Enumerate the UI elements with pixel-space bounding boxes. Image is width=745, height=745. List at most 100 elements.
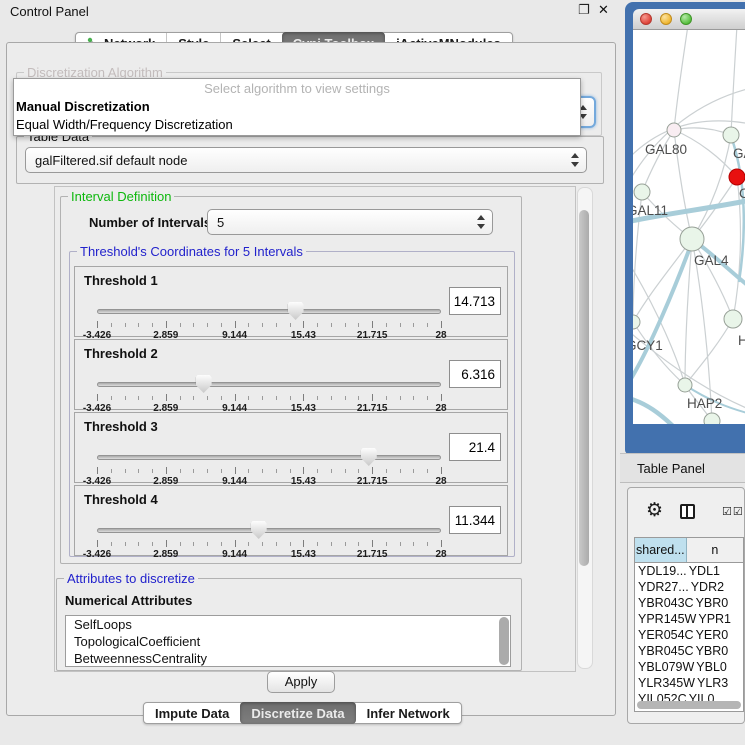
table-row[interactable]: YLR345WYLR3: [635, 675, 743, 691]
settings-vertical-scrollbar[interactable]: [577, 187, 593, 669]
table-row[interactable]: YBL079WYBL0: [635, 659, 743, 675]
network-node-red[interactable]: [729, 169, 745, 185]
threshold-slider[interactable]: -3.4262.8599.14415.4321.71528: [97, 524, 441, 554]
table-row[interactable]: YDR27...YDR2: [635, 579, 743, 595]
zoom-traffic-light[interactable]: [680, 13, 692, 25]
tab-infer-network[interactable]: Infer Network: [356, 703, 461, 723]
network-node-green[interactable]: [704, 413, 720, 424]
number-of-intervals-combobox[interactable]: 5: [207, 209, 493, 235]
attributes-scrollbar-thumb[interactable]: [499, 617, 509, 665]
slider-track[interactable]: [97, 382, 441, 387]
tick-mark: [372, 467, 373, 474]
column-header-name[interactable]: n: [687, 538, 743, 562]
tab-discretize-data[interactable]: Discretize Data: [240, 702, 355, 724]
tick-mark: [221, 542, 222, 546]
threshold-panel: Threshold 4-3.4262.8599.14415.4321.71528…: [74, 485, 508, 556]
attribute-list-item[interactable]: BetweennessCentrality: [66, 650, 510, 667]
slider-thumb[interactable]: [361, 448, 377, 466]
slider-track[interactable]: [97, 455, 441, 460]
tick-mark: [180, 469, 181, 473]
network-node-green[interactable]: [633, 315, 640, 329]
dropdown-option[interactable]: Manual Discretization: [14, 98, 580, 116]
table-panel-container: ⚙ ☑☑ shared... n YDL19...YDL1YDR27...YDR…: [627, 487, 745, 724]
tick-mark: [372, 321, 373, 328]
tick-mark: [276, 542, 277, 546]
tick-mark: [97, 467, 98, 474]
network-edge: [633, 322, 685, 385]
table-row[interactable]: YBR045CYBR0: [635, 643, 743, 659]
threshold-value-field[interactable]: 14.713: [449, 287, 501, 315]
slider-thumb[interactable]: [196, 375, 212, 393]
network-node-green[interactable]: [678, 378, 692, 392]
threshold-slider[interactable]: -3.4262.8599.14415.4321.71528: [97, 305, 441, 335]
node-label: GAL4: [694, 253, 729, 268]
network-node-green[interactable]: [634, 184, 650, 200]
tick-mark: [111, 542, 112, 546]
table-horizontal-scrollbar-thumb[interactable]: [637, 701, 741, 709]
column-layout-icon[interactable]: [680, 504, 695, 519]
slider-thumb[interactable]: [288, 302, 304, 320]
dropdown-option[interactable]: Equal Width/Frequency Discretization: [14, 116, 580, 134]
tick-mark: [235, 321, 236, 328]
tick-mark: [400, 469, 401, 473]
gear-icon[interactable]: ⚙: [646, 501, 663, 520]
tick-mark: [413, 396, 414, 400]
slider-track[interactable]: [97, 309, 441, 314]
threshold-value-field[interactable]: 11.344: [449, 506, 501, 534]
tick-mark: [125, 542, 126, 546]
network-node-green[interactable]: [680, 227, 704, 251]
table-row[interactable]: YPR145WYPR1: [635, 611, 743, 627]
attribute-list-item[interactable]: SelfLoops: [66, 616, 510, 633]
tick-mark: [111, 469, 112, 473]
tick-mark: [413, 323, 414, 327]
scrollbar-thumb[interactable]: [579, 210, 589, 566]
network-window-titlebar[interactable]: [633, 9, 745, 30]
tick-mark: [207, 469, 208, 473]
slider-thumb[interactable]: [251, 521, 267, 539]
threshold-slider[interactable]: -3.4262.8599.14415.4321.71528: [97, 451, 441, 481]
network-node-pink[interactable]: [667, 123, 681, 137]
tick-mark: [427, 396, 428, 400]
apply-button[interactable]: Apply: [267, 671, 335, 693]
tick-mark: [290, 323, 291, 327]
tick-mark: [221, 323, 222, 327]
close-window-icon[interactable]: ✕: [598, 3, 609, 18]
network-node-green[interactable]: [724, 310, 742, 328]
tick-mark: [290, 396, 291, 400]
network-edge: [633, 239, 692, 322]
float-window-icon[interactable]: ❐: [578, 3, 590, 18]
node-label: GAL80: [645, 142, 687, 157]
combo-stepper-icon: [477, 215, 485, 229]
table-row[interactable]: YER054CYER0: [635, 627, 743, 643]
tick-mark: [248, 469, 249, 473]
checkbox-columns-icon[interactable]: ☑☑: [722, 505, 744, 518]
column-header-shared-name[interactable]: shared...: [635, 538, 687, 562]
tick-mark: [207, 323, 208, 327]
tick-mark: [248, 542, 249, 546]
network-canvas[interactable]: GAL80GACGAL11GAL4GCY1HHAP2: [633, 30, 745, 424]
tick-mark: [400, 323, 401, 327]
network-node-green[interactable]: [723, 127, 739, 143]
node-label: C: [739, 186, 745, 201]
minimize-traffic-light[interactable]: [660, 13, 672, 25]
tick-mark: [400, 542, 401, 546]
dropdown-prompt-item[interactable]: Select algorithm to view settings: [14, 79, 580, 98]
tab-impute-data[interactable]: Impute Data: [144, 703, 240, 723]
tick-mark: [97, 321, 98, 328]
table-data-combobox[interactable]: galFiltered.sif default node: [25, 147, 587, 173]
threshold-value-field[interactable]: 6.316: [449, 360, 501, 388]
threshold-label: Threshold 1: [84, 273, 158, 288]
table-data-group: Table Data galFiltered.sif default node: [16, 136, 604, 184]
combo-stepper-icon: [571, 153, 579, 167]
tick-label: 2.859: [153, 549, 178, 560]
attribute-list-item[interactable]: TopologicalCoefficient: [66, 633, 510, 650]
close-traffic-light[interactable]: [640, 13, 652, 25]
threshold-slider[interactable]: -3.4262.8599.14415.4321.71528: [97, 378, 441, 408]
table-row[interactable]: YBR043CYBR0: [635, 595, 743, 611]
table-cell: YDR2: [689, 580, 743, 594]
tick-mark: [386, 396, 387, 400]
threshold-value-field[interactable]: 21.4: [449, 433, 501, 461]
slider-track[interactable]: [97, 528, 441, 533]
table-row[interactable]: YDL19...YDL1: [635, 563, 743, 579]
tick-mark: [221, 396, 222, 400]
